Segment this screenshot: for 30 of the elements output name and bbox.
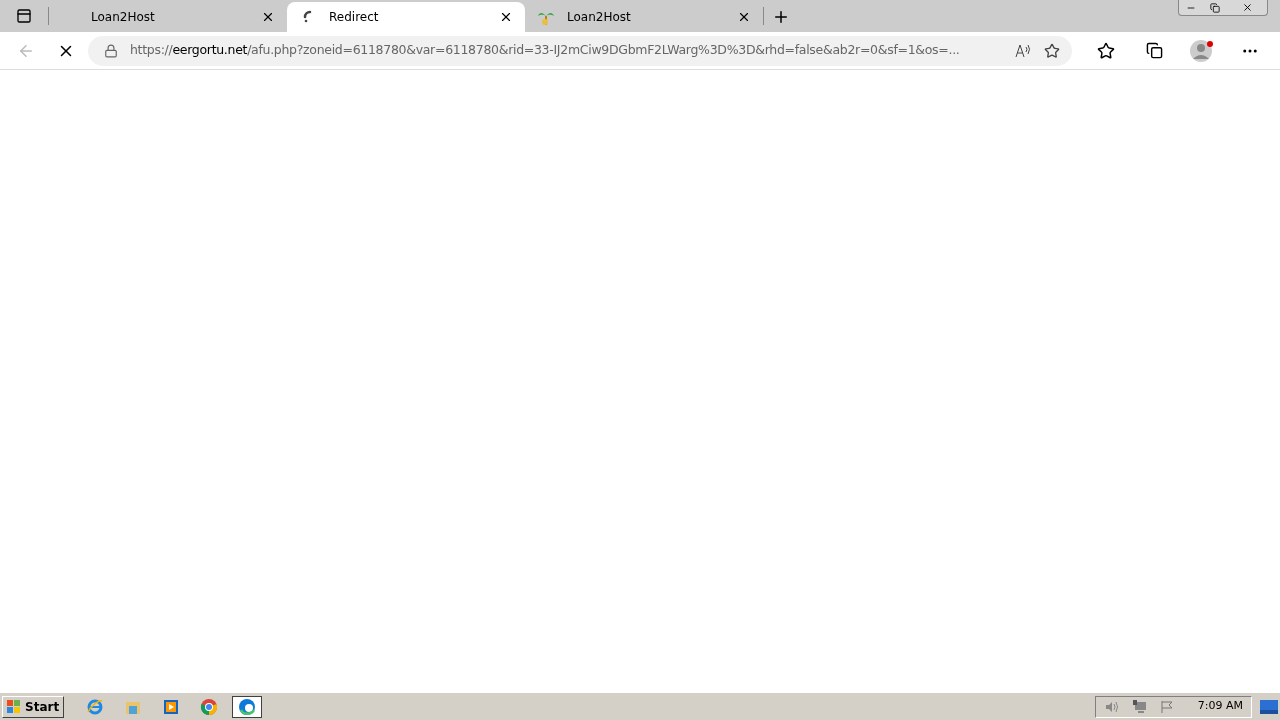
flag-icon[interactable]: [1159, 699, 1174, 714]
profile-avatar-icon[interactable]: [1190, 38, 1214, 63]
loading-spinner-icon: [303, 10, 313, 24]
tab-actions-icon[interactable]: [16, 8, 32, 24]
close-tab-icon[interactable]: [737, 10, 751, 24]
start-button[interactable]: Start: [2, 695, 65, 718]
close-icon[interactable]: [1241, 2, 1253, 13]
tab-title: Loan2Host: [91, 9, 156, 26]
collections-icon[interactable]: [1145, 42, 1163, 59]
close-tab-icon[interactable]: [499, 10, 513, 24]
edge-icon[interactable]: [238, 697, 257, 716]
lock-icon: [104, 43, 118, 58]
show-desktop-icon[interactable]: [1260, 699, 1278, 714]
close-tab-icon[interactable]: [261, 10, 275, 24]
media-player-icon[interactable]: [162, 697, 181, 716]
new-tab-icon[interactable]: [772, 8, 790, 26]
browser-tab[interactable]: Loan2Host: [525, 2, 763, 32]
chrome-icon[interactable]: [200, 697, 219, 716]
browser-tab[interactable]: Loan2Host: [49, 2, 287, 32]
favorites-icon[interactable]: [1097, 41, 1115, 60]
read-aloud-icon[interactable]: [1014, 42, 1032, 59]
address-bar[interactable]: https://eergortu.net/afu.php?zoneid=6118780&var=6118780&rid=33-IJ2mCiw9DGbmF2LWarg%3D%3D&rhd=false&ab2r=0&sf=1&os=...: [88, 35, 1072, 66]
tab-title: Loan2Host: [567, 9, 632, 26]
url-text: https://eergortu.net/afu.php?zoneid=6118780&var=6118780&rid=33-IJ2mCiw9DGbmF2LWarg%3D%3D&rhd=false&ab2r=0&sf=1&os=...: [130, 41, 961, 60]
tab-title: Redirect: [329, 9, 380, 26]
restore-icon[interactable]: [1210, 2, 1220, 13]
browser-tab[interactable]: Redirect: [287, 2, 525, 32]
windows-logo-icon: [7, 699, 21, 714]
add-favorite-icon[interactable]: [1044, 42, 1060, 59]
network-icon[interactable]: [1131, 699, 1148, 714]
